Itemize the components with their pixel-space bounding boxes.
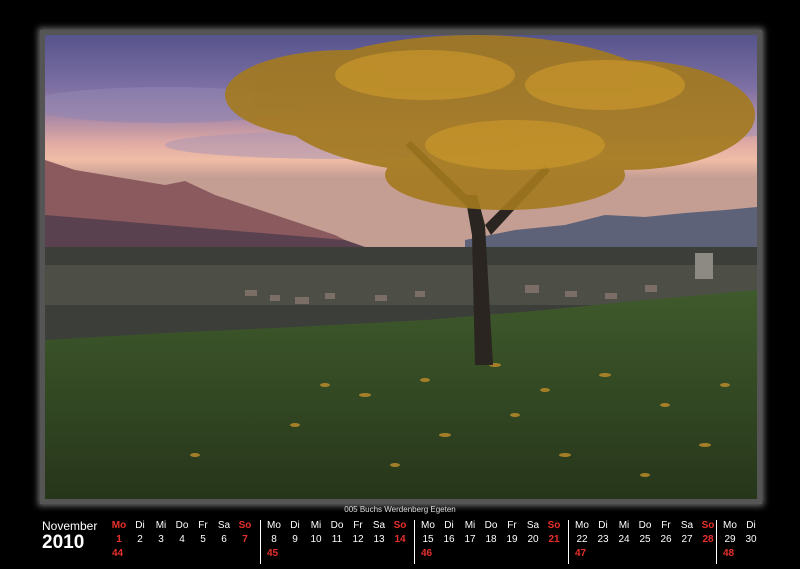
day-number: 9 (292, 534, 298, 545)
day-number: 25 (639, 534, 651, 545)
day-number: 7 (242, 534, 248, 545)
weekday-label: Mi (464, 520, 476, 531)
day-number: 30 (745, 534, 757, 545)
day-number: 26 (660, 534, 672, 545)
weekday-label: Mo (421, 520, 435, 531)
day-number: 21 (548, 534, 560, 545)
day-number: 15 (422, 534, 434, 545)
weekday-label: Di (444, 520, 454, 531)
weekday-label: Fr (353, 520, 363, 531)
weekday-label: So (393, 520, 407, 531)
day-number: 11 (331, 534, 343, 545)
weekday-label: Sa (217, 520, 231, 531)
weekday-label: Do (484, 520, 498, 531)
weekday-label: Sa (526, 520, 540, 531)
day-number: 12 (352, 534, 364, 545)
week-number: 45 (267, 548, 279, 559)
weekday-label: Mi (155, 520, 167, 531)
day-number: 2 (137, 534, 143, 545)
weekday-label: Mo (723, 520, 737, 531)
weekday-label: Fr (198, 520, 208, 531)
photo-frame (40, 30, 762, 504)
day-number: 5 (200, 534, 206, 545)
day-number: 20 (527, 534, 539, 545)
calendar-week: Mo 29 Di 30 48 (716, 520, 765, 564)
weekday-label: Sa (680, 520, 694, 531)
day-number: 14 (394, 534, 406, 545)
calendar-header: November 2010 (42, 520, 97, 553)
week-number: 48 (723, 548, 735, 559)
day-number: 6 (221, 534, 227, 545)
weekday-label: Fr (661, 520, 671, 531)
weekday-label: Di (290, 520, 300, 531)
weekday-label: Sa (372, 520, 386, 531)
day-number: 23 (597, 534, 609, 545)
day-number: 27 (681, 534, 693, 545)
calendar-week: Mo 1 Di 2 Mi 3 Do 4 Fr 5 Sa 6 So 7 44 (110, 520, 263, 564)
weekday-label: Fr (507, 520, 517, 531)
year: 2010 (42, 532, 85, 553)
weekday-label: Mi (310, 520, 322, 531)
day-number: 29 (724, 534, 736, 545)
day-number: 1 (116, 534, 122, 545)
weekday-label: Di (598, 520, 608, 531)
day-number: 10 (310, 534, 322, 545)
weekday-label: Do (175, 520, 189, 531)
day-number: 19 (506, 534, 518, 545)
weekday-label: Mo (575, 520, 589, 531)
weekday-label: Mo (267, 520, 281, 531)
weekday-label: Mo (111, 520, 127, 531)
week-number: 44 (112, 548, 124, 559)
day-number: 18 (485, 534, 497, 545)
day-number: 24 (618, 534, 630, 545)
day-number: 8 (271, 534, 277, 545)
day-number: 16 (443, 534, 455, 545)
landscape-photo (45, 35, 757, 499)
weekday-label: Do (638, 520, 652, 531)
calendar-week: Mo 15 Di 16 Mi 17 Do 18 Fr 19 Sa 20 So 21 46 (414, 520, 568, 564)
day-number: 22 (576, 534, 588, 545)
weekday-label: Di (746, 520, 756, 531)
weekday-label: Mi (618, 520, 630, 531)
day-number: 17 (464, 534, 476, 545)
weekday-label: Di (135, 520, 145, 531)
landscape-illustration (45, 35, 757, 499)
calendar-week: Mo 8 Di 9 Mi 10 Do 11 Fr 12 Sa 13 So 14 45 (260, 520, 414, 564)
day-number: 4 (179, 534, 185, 545)
weekday-label: So (238, 520, 252, 531)
week-number: 46 (421, 548, 433, 559)
calendar-week: Mo 22 Di 23 Mi 24 Do 25 Fr 26 Sa 27 So 28 47 (568, 520, 722, 564)
weekday-label: So (547, 520, 561, 531)
day-number: 3 (158, 534, 164, 545)
day-number: 13 (373, 534, 385, 545)
weekday-label: Do (330, 520, 344, 531)
photo-caption: 005 Buchs Werdenberg Egeten (344, 505, 456, 514)
week-number: 47 (575, 548, 587, 559)
